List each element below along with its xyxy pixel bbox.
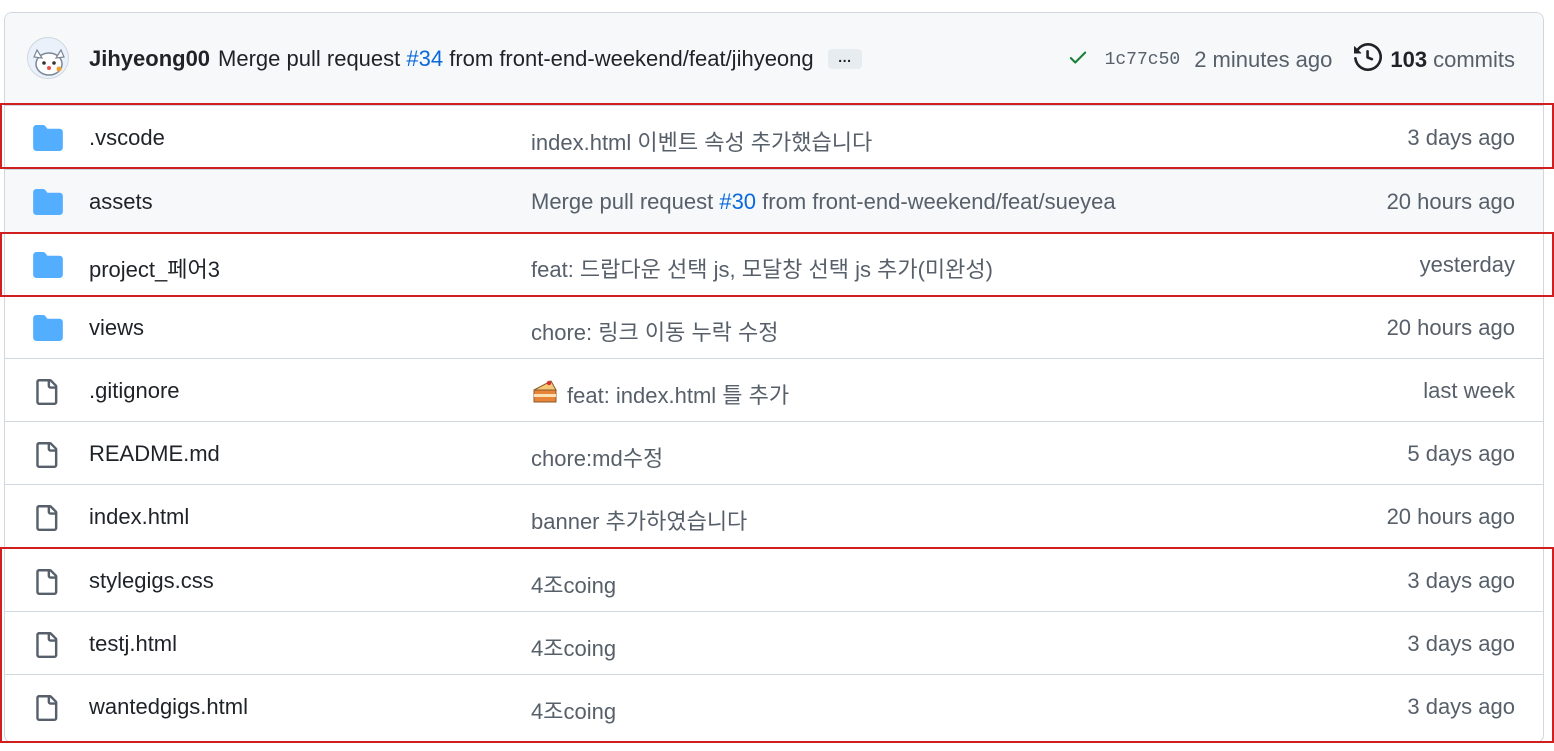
commit-time: 20 hours ago — [1386, 315, 1515, 340]
commit-message: feat: index.html 틀 추가 — [531, 378, 789, 410]
pr-link[interactable]: #30 — [719, 189, 756, 215]
file-icon — [33, 631, 63, 658]
commit-time: last week — [1423, 378, 1515, 403]
file-row[interactable]: wantedgigs.html 4조coing 3 days ago — [5, 674, 1543, 737]
commit-message-link[interactable]: 4조coing — [531, 694, 616, 726]
folder-icon — [33, 189, 63, 215]
file-name-link[interactable]: testj.html — [89, 631, 177, 657]
folder-icon — [33, 315, 63, 341]
file-icon — [33, 378, 63, 405]
file-name-link[interactable]: wantedgigs.html — [89, 694, 248, 720]
latest-commit-header: Jihyeong00 Merge pull request #34 from f… — [5, 13, 1543, 106]
commits-label[interactable]: commits — [1433, 47, 1515, 73]
commits-count[interactable]: 103 — [1390, 47, 1427, 73]
check-icon[interactable] — [1067, 46, 1089, 74]
commit-message-link[interactable]: 4조coing — [531, 631, 616, 663]
file-name-link[interactable]: README.md — [89, 441, 220, 467]
file-row[interactable]: views chore: 링크 이동 누락 수정 20 hours ago — [5, 295, 1543, 358]
commit-meta: 1c77c50 2 minutes ago 103 commits — [1067, 42, 1515, 77]
commit-message-link[interactable]: chore: 링크 이동 누락 수정 — [531, 315, 779, 347]
folder-icon — [33, 125, 63, 151]
commit-time: 5 days ago — [1407, 441, 1515, 466]
commit-time: 3 days ago — [1407, 568, 1515, 593]
cake-emoji-icon — [531, 378, 559, 410]
commit-time: yesterday — [1419, 252, 1515, 277]
file-icon — [33, 441, 63, 468]
commit-time: 3 days ago — [1407, 125, 1515, 150]
file-row[interactable]: assets Merge pull request #30 from front… — [5, 169, 1543, 232]
history-icon[interactable] — [1354, 42, 1383, 77]
expand-message-button[interactable]: … — [827, 49, 862, 69]
commit-author-link[interactable]: Jihyeong00 — [89, 46, 210, 72]
commit-message-link[interactable]: feat: index.html 틀 추가 — [567, 378, 789, 410]
commit-message-link[interactable]: index.html 이벤트 속성 추가했습니다 — [531, 125, 872, 157]
commit-time: 3 days ago — [1407, 631, 1515, 656]
file-row[interactable]: index.html banner 추가하였습니다 20 hours ago — [5, 484, 1543, 547]
commit-message: Merge pull request #30 from front-end-we… — [531, 189, 1116, 215]
commit-sha-link[interactable]: 1c77c50 — [1105, 50, 1181, 70]
file-name-link[interactable]: views — [89, 315, 144, 341]
commit-message-suffix[interactable]: from front-end-weekend/feat/jihyeong — [443, 46, 813, 72]
author-avatar[interactable] — [27, 37, 69, 79]
commit-message-link[interactable]: banner 추가하였습니다 — [531, 504, 747, 536]
file-name-link[interactable]: .vscode — [89, 125, 165, 151]
file-name-link[interactable]: project_페어3 — [89, 252, 220, 284]
commit-summary: Jihyeong00 Merge pull request #34 from f… — [89, 46, 862, 72]
commit-time: 20 hours ago — [1386, 189, 1515, 214]
file-name-link[interactable]: assets — [89, 189, 153, 215]
file-row[interactable]: project_페어3 feat: 드랍다운 선택 js, 모달창 선택 js … — [5, 232, 1543, 295]
pr-link[interactable]: #34 — [406, 46, 443, 72]
file-name-link[interactable]: .gitignore — [89, 378, 180, 404]
file-row[interactable]: README.md chore:md수정 5 days ago — [5, 421, 1543, 484]
commit-message-suffix[interactable]: from front-end-weekend/feat/sueyea — [756, 189, 1115, 215]
commit-time[interactable]: 2 minutes ago — [1194, 47, 1332, 73]
file-icon — [33, 504, 63, 531]
commit-time: 3 days ago — [1407, 694, 1515, 719]
commit-message-link[interactable]: 4조coing — [531, 568, 616, 600]
folder-icon — [33, 252, 63, 278]
commit-message-link[interactable]: feat: 드랍다운 선택 js, 모달창 선택 js 추가(미완성) — [531, 252, 993, 284]
file-icon — [33, 694, 63, 721]
file-name-link[interactable]: stylegigs.css — [89, 568, 214, 594]
file-row[interactable]: stylegigs.css 4조coing 3 days ago — [5, 548, 1543, 611]
file-name-link[interactable]: index.html — [89, 504, 189, 530]
file-row[interactable]: .vscode index.html 이벤트 속성 추가했습니다 3 days … — [5, 106, 1543, 169]
commit-message-link[interactable]: chore:md수정 — [531, 441, 663, 473]
commit-message-prefix[interactable]: Merge pull request — [531, 189, 719, 215]
commit-message-prefix[interactable]: Merge pull request — [218, 46, 406, 72]
file-icon — [33, 568, 63, 595]
file-row[interactable]: .gitignore feat: index.html 틀 추가 last we… — [5, 358, 1543, 421]
commit-time: 20 hours ago — [1386, 504, 1515, 529]
file-list-box: Jihyeong00 Merge pull request #34 from f… — [4, 12, 1544, 743]
file-row[interactable]: testj.html 4조coing 3 days ago — [5, 611, 1543, 674]
